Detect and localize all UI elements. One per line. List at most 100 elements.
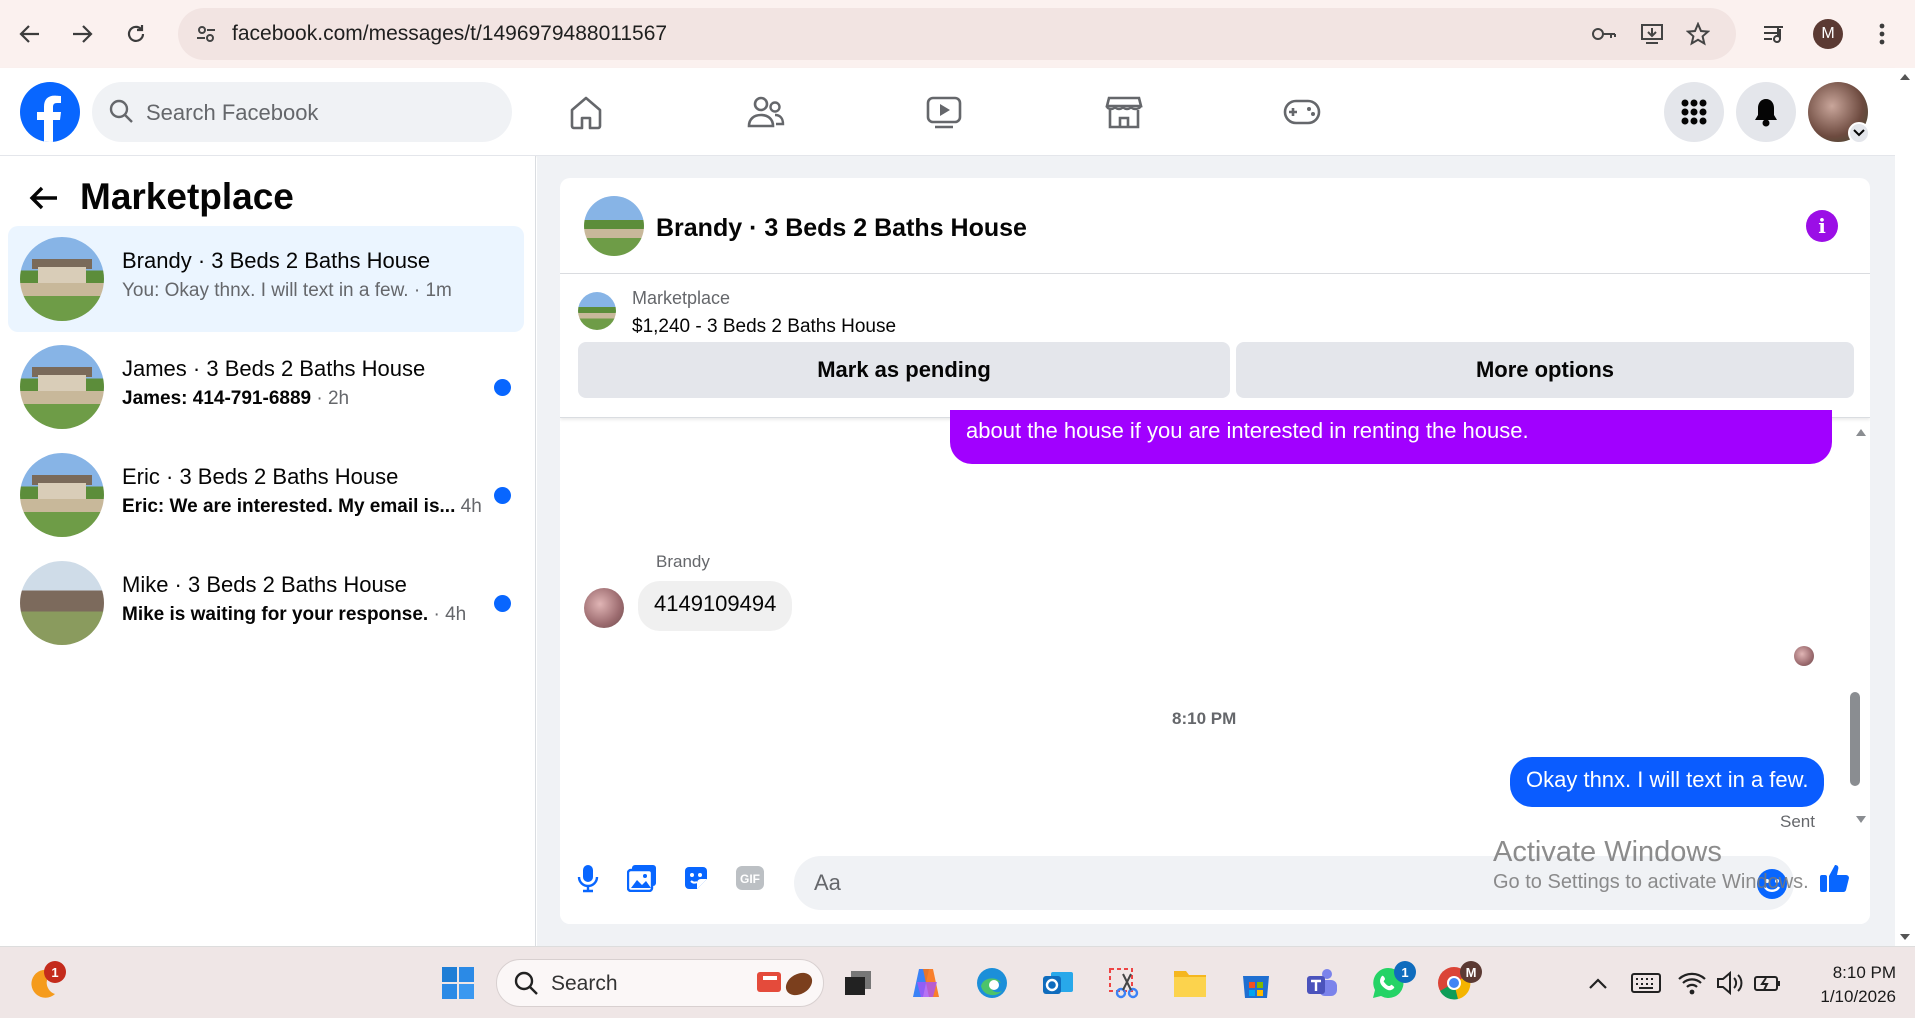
listing-title[interactable]: $1,240 - 3 Beds 2 Baths House (632, 316, 896, 338)
conversation-snippet: James: 414-791-6889 · 2h (122, 388, 350, 409)
gaming-icon[interactable] (1278, 88, 1326, 136)
search-icon (513, 970, 539, 1001)
conversation-name: Brandy · 3 Beds 2 Baths House (122, 248, 431, 273)
message-timestamp: 8:10 PM (1172, 709, 1237, 728)
more-options-button[interactable]: More options (1236, 342, 1854, 398)
conversation-snippet: Eric: We are interested. My email is... … (122, 496, 482, 517)
unread-dot (494, 487, 511, 504)
search-icon (108, 98, 134, 129)
clock-time: 8:10 PM (1832, 963, 1896, 982)
watermark-subtitle: Go to Settings to activate Windows. (1493, 871, 1809, 893)
marketplace-sidebar: Marketplace Brandy · 3 Beds 2 Baths Hous… (0, 156, 536, 946)
back-icon[interactable] (10, 14, 50, 54)
facebook-logo-icon[interactable] (20, 82, 80, 142)
taskbar-search-placeholder: Search (551, 972, 618, 995)
notifications-bell-icon[interactable] (1736, 82, 1796, 142)
listing-thumbnail (20, 453, 104, 537)
chat-thumbnail[interactable] (584, 196, 644, 256)
incoming-message[interactable]: 4149109494 (638, 581, 793, 631)
browser-toolbar: facebook.com/messages/t/1496979488011567… (0, 0, 1915, 68)
battery-icon[interactable] (1746, 961, 1790, 1005)
profile-avatar[interactable]: M (1808, 14, 1848, 54)
sidebar-title: Marketplace (80, 176, 294, 217)
keyboard-icon[interactable] (1624, 961, 1668, 1005)
marketplace-listing-card: Marketplace $1,240 - 3 Beds 2 Baths Hous… (560, 274, 1870, 418)
outgoing-message[interactable]: Okay thnx. I will text in a few. (1510, 757, 1825, 807)
conversation-item[interactable]: Brandy · 3 Beds 2 Baths House You: Okay … (8, 226, 524, 332)
outgoing-message[interactable]: about the house if you are interested in… (950, 410, 1832, 464)
like-thumb-icon[interactable] (1816, 860, 1852, 896)
chat-title[interactable]: Brandy · 3 Beds 2 Baths House (656, 214, 1027, 243)
facebook-search-input[interactable]: Search Facebook (92, 82, 512, 142)
microsoft-store-icon[interactable] (1234, 961, 1278, 1005)
facebook-header: Search Facebook (0, 68, 1895, 156)
photo-icon[interactable] (624, 860, 660, 896)
conversation-snippet: Mike is waiting for your response. · 4h (122, 604, 467, 625)
search-placeholder: Search Facebook (146, 100, 319, 125)
listing-thumbnail[interactable] (578, 292, 616, 330)
outlook-icon[interactable] (1036, 961, 1080, 1005)
system-clock[interactable]: 8:10 PM 1/10/2026 (1800, 961, 1896, 1009)
bookmark-star-icon[interactable] (1684, 20, 1712, 48)
conversation-name: Mike · 3 Beds 2 Baths House (122, 572, 407, 597)
windows-start-icon[interactable] (436, 961, 480, 1005)
forward-icon[interactable] (62, 14, 102, 54)
menu-kebab-icon[interactable] (1862, 14, 1902, 54)
url-text[interactable]: facebook.com/messages/t/1496979488011567 (232, 22, 667, 46)
profile-badge: M (1460, 961, 1482, 983)
mark-as-pending-button[interactable]: Mark as pending (578, 342, 1230, 398)
home-icon[interactable] (562, 88, 610, 136)
marketplace-label: Marketplace (632, 288, 731, 308)
chevron-down-icon[interactable] (1848, 122, 1870, 144)
info-icon[interactable]: i (1806, 210, 1838, 242)
listing-thumbnail (20, 345, 104, 429)
address-bar[interactable]: facebook.com/messages/t/1496979488011567 (178, 8, 1736, 60)
conversation-snippet: You: Okay thnx. I will text in a few. · … (122, 280, 452, 301)
svg-text:GIF: GIF (740, 872, 760, 886)
conversation-name: Eric · 3 Beds 2 Baths House (122, 464, 399, 489)
edge-browser-icon[interactable] (970, 961, 1014, 1005)
watermark-title: Activate Windows (1493, 836, 1722, 868)
task-view-icon[interactable] (836, 961, 880, 1005)
conversation-item[interactable]: Eric · 3 Beds 2 Baths House Eric: We are… (8, 442, 524, 548)
listing-thumbnail (20, 561, 104, 645)
reload-icon[interactable] (116, 14, 156, 54)
taskbar-search-input[interactable]: Search (496, 959, 824, 1007)
chat-scrollbar-thumb[interactable] (1850, 692, 1860, 786)
chevron-up-icon[interactable] (1576, 961, 1620, 1005)
copilot-icon[interactable] (904, 961, 948, 1005)
clock-date: 1/10/2026 (1820, 987, 1896, 1006)
friends-icon[interactable] (742, 88, 790, 136)
chat-panel: Brandy · 3 Beds 2 Baths House i Marketpl… (560, 178, 1870, 924)
back-arrow-icon[interactable] (26, 180, 62, 216)
unread-dot (494, 595, 511, 612)
microphone-icon[interactable] (570, 860, 606, 896)
message-placeholder: Aa (814, 870, 841, 895)
windows-taskbar: 1 Search 1 M 8:10 PM 1/10/2026 (0, 946, 1915, 1018)
snipping-tool-icon[interactable] (1102, 961, 1146, 1005)
listing-thumbnail (20, 237, 104, 321)
profile-initial: M (1813, 19, 1843, 49)
read-receipt-avatar (1794, 646, 1814, 666)
message-status: Sent (1780, 812, 1815, 831)
site-settings-icon[interactable] (192, 20, 220, 48)
activate-windows-watermark: Activate Windows Go to Settings to activ… (1493, 836, 1809, 894)
file-explorer-icon[interactable] (1168, 961, 1212, 1005)
sender-avatar[interactable] (584, 588, 624, 628)
menu-grid-icon[interactable] (1664, 82, 1724, 142)
password-key-icon[interactable] (1590, 20, 1618, 48)
unread-dot (494, 379, 511, 396)
conversation-item[interactable]: Mike · 3 Beds 2 Baths House Mike is wait… (8, 550, 524, 656)
sticker-icon[interactable] (678, 860, 714, 896)
install-app-icon[interactable] (1638, 20, 1666, 48)
sender-name: Brandy (656, 552, 710, 571)
teams-icon[interactable] (1300, 961, 1344, 1005)
video-icon[interactable] (920, 88, 968, 136)
marketplace-icon[interactable] (1100, 88, 1148, 136)
conversation-item[interactable]: James · 3 Beds 2 Baths House James: 414-… (8, 334, 524, 440)
gif-icon[interactable]: GIF (732, 860, 768, 896)
search-highlight-icon (753, 964, 817, 1002)
media-controls-icon[interactable] (1754, 14, 1794, 54)
page-scrollbar[interactable] (1895, 68, 1915, 946)
chat-header: Brandy · 3 Beds 2 Baths House i (560, 178, 1870, 274)
